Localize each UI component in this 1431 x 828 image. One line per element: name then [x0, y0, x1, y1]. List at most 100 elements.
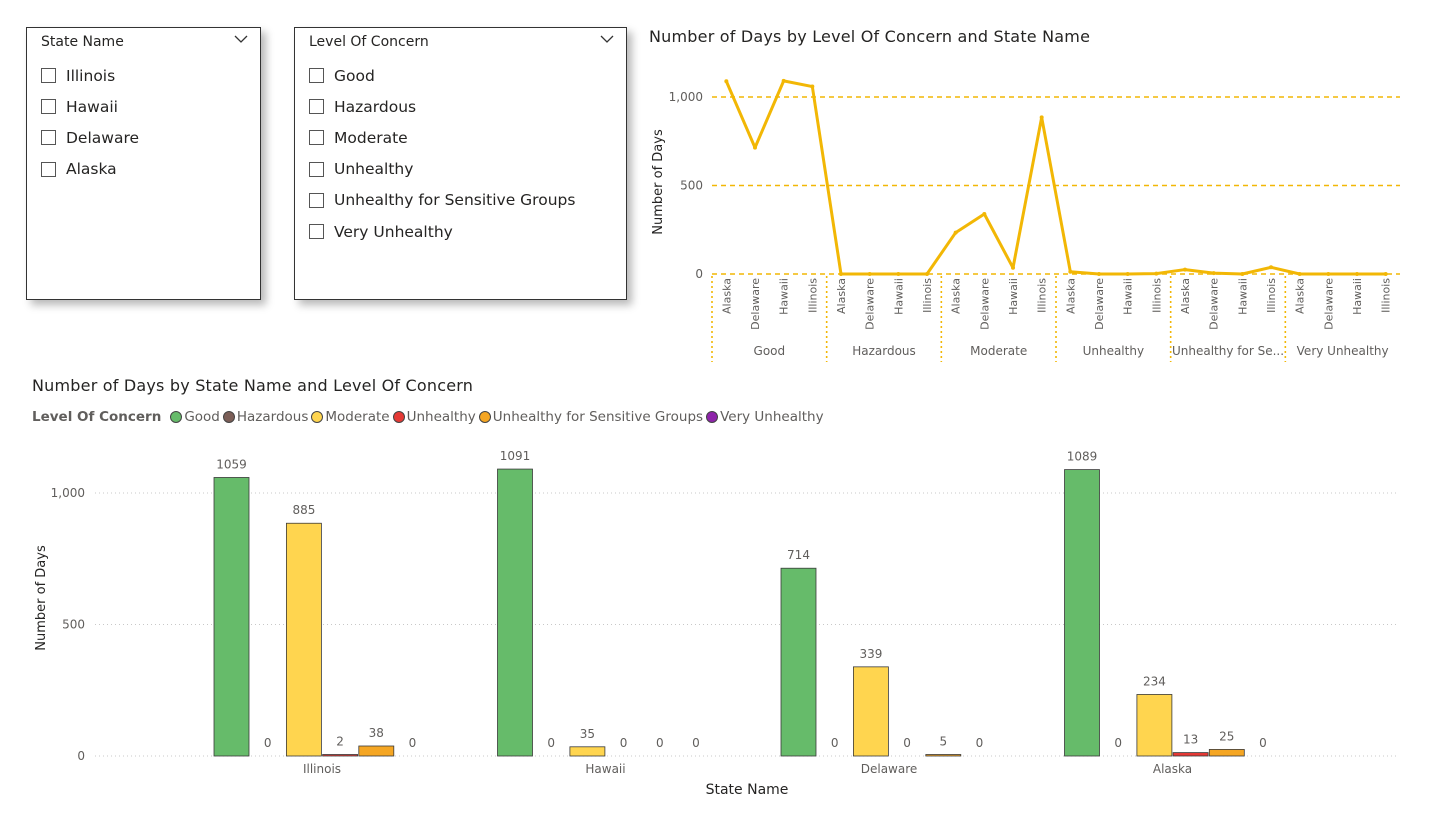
y-axis-title: Number of Days — [34, 545, 49, 651]
checkbox[interactable] — [309, 224, 324, 240]
legend-marker — [706, 411, 719, 423]
x-tick-label: Alaska — [1179, 278, 1192, 314]
slicer-item[interactable]: Hawaii — [41, 91, 139, 122]
legend-label: Hazardous — [236, 409, 309, 425]
slicer-item-label: Alaska — [66, 160, 117, 179]
y-axis-title: Number of Days — [651, 129, 666, 235]
legend-item[interactable]: Very Unhealthy — [706, 409, 824, 425]
x-group-label: Hazardous — [852, 344, 916, 358]
bar[interactable] — [213, 477, 250, 757]
slicer-item-label: Good — [334, 66, 375, 85]
data-label: 0 — [831, 736, 839, 750]
data-label: 0 — [1114, 736, 1122, 750]
data-point — [839, 272, 843, 276]
slicer-item-label: Unhealthy for Sensitive Groups — [334, 191, 576, 210]
x-tick-label: Hawaii — [1122, 278, 1135, 315]
y-tick-label: 1,000 — [51, 486, 85, 500]
slicer-item[interactable]: Very Unhealthy — [309, 216, 575, 247]
bar[interactable] — [925, 754, 962, 757]
data-point — [867, 272, 872, 276]
bar[interactable] — [569, 746, 606, 757]
y-tick-label: 1,000 — [669, 90, 703, 104]
slicer-item-label: Delaware — [66, 128, 140, 147]
data-point — [1125, 272, 1130, 276]
bar[interactable] — [322, 754, 359, 757]
x-tick-label: Hawaii — [1236, 278, 1249, 315]
slicer-item[interactable]: Delaware — [41, 122, 139, 153]
x-tick-label: Alaska — [835, 278, 848, 314]
bar[interactable] — [1136, 694, 1173, 757]
slicer-item[interactable]: Moderate — [309, 122, 575, 153]
x-axis-title: State Name — [706, 782, 789, 798]
bar[interactable] — [497, 468, 533, 757]
checkbox[interactable] — [309, 99, 324, 115]
bar-chart: 05001,000Number of DaysState NameIllinoi… — [34, 449, 1398, 798]
x-tick-label: Alaska — [720, 278, 733, 314]
legend-item[interactable]: Unhealthy — [392, 409, 476, 425]
x-tick-label: Illinois — [1036, 278, 1049, 313]
slicer-item[interactable]: Unhealthy — [309, 154, 575, 185]
data-label: 2 — [336, 735, 344, 749]
data-point — [781, 78, 786, 83]
checkbox[interactable] — [309, 161, 324, 177]
slicer-list: Good Hazardous Moderate Unhealthy Unhealthy … — [309, 60, 575, 247]
checkbox[interactable] — [41, 99, 56, 115]
slicer-item[interactable]: Unhealthy for Sensitive Groups — [309, 185, 575, 216]
data-point — [1011, 265, 1015, 270]
data-point — [1355, 272, 1359, 276]
data-label: 0 — [692, 736, 700, 750]
checkbox[interactable] — [309, 130, 324, 146]
data-point — [1269, 265, 1273, 270]
legend-item[interactable]: Hazardous — [222, 409, 309, 425]
x-group-label: Moderate — [970, 344, 1027, 358]
data-label: 0 — [976, 736, 984, 750]
data-point — [982, 211, 987, 216]
x-tick-label: Illinois — [1380, 278, 1393, 313]
x-tick-label: Hawaii — [585, 762, 625, 776]
data-label: 25 — [1219, 729, 1234, 743]
bar[interactable] — [1172, 752, 1209, 757]
data-point — [724, 79, 729, 84]
legend-item[interactable]: Unhealthy for Sensitive Groups — [478, 409, 703, 425]
y-tick-label: 500 — [680, 179, 703, 193]
checkbox[interactable] — [309, 68, 324, 84]
x-tick-label: Alaska — [950, 278, 963, 314]
x-tick-label: Illinois — [1150, 278, 1163, 313]
slicer-item-label: Hawaii — [66, 97, 118, 116]
data-point — [1326, 272, 1331, 276]
legend-marker — [478, 411, 491, 423]
legend-item[interactable]: Moderate — [311, 409, 390, 425]
slicer-item[interactable]: Illinois — [41, 60, 139, 91]
checkbox[interactable] — [309, 192, 324, 208]
bar[interactable] — [1208, 749, 1245, 757]
legend-marker — [222, 411, 235, 423]
bar[interactable] — [358, 745, 395, 757]
bar[interactable] — [780, 567, 817, 757]
data-label: 1089 — [1067, 450, 1098, 464]
checkbox[interactable] — [41, 130, 56, 146]
checkbox[interactable] — [41, 161, 56, 177]
slicer-item[interactable]: Hazardous — [309, 91, 575, 122]
legend-title: Level Of Concern — [32, 409, 162, 425]
data-label: 38 — [369, 726, 384, 740]
data-point — [1211, 271, 1216, 276]
chevron-down-icon[interactable] — [600, 34, 614, 44]
checkbox[interactable] — [41, 68, 56, 84]
bar[interactable] — [853, 666, 889, 757]
legend-marker — [392, 411, 405, 423]
y-tick-label: 500 — [62, 618, 85, 632]
slicer-item[interactable]: Alaska — [41, 154, 139, 185]
x-group-label: Good — [754, 344, 786, 358]
bar[interactable] — [285, 522, 322, 757]
data-point — [1097, 272, 1101, 276]
slicer-item-label: Moderate — [334, 128, 408, 147]
data-point — [1297, 272, 1302, 276]
chevron-down-icon[interactable] — [234, 34, 248, 44]
slicer-item[interactable]: Good — [309, 60, 575, 91]
x-tick-label: Hawaii — [778, 278, 791, 315]
bar[interactable] — [1064, 469, 1100, 757]
legend-item[interactable]: Good — [170, 409, 220, 425]
data-point — [896, 272, 901, 276]
slicer-title: Level Of Concern — [309, 34, 429, 50]
legend-label: Good — [184, 409, 220, 425]
